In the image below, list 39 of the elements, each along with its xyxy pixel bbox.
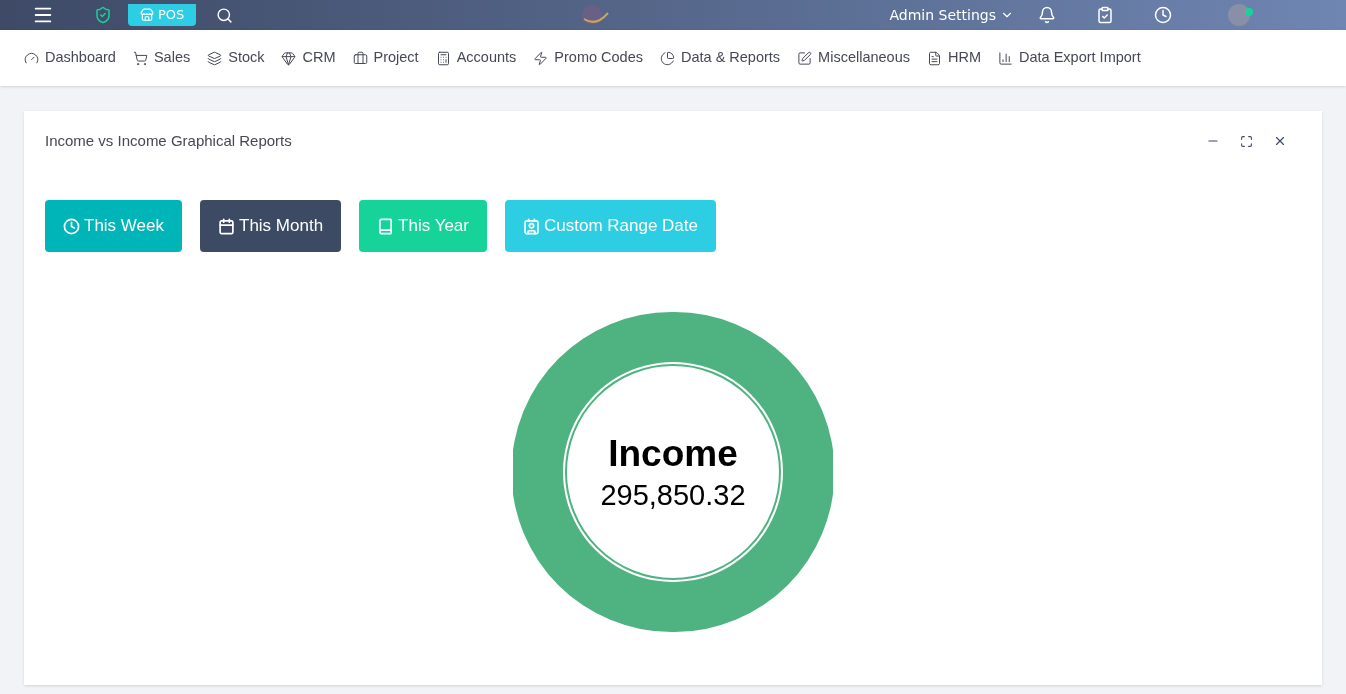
nav-link[interactable]: Stock [207,47,265,69]
shield-icon[interactable] [94,6,112,24]
contact-card-icon [523,217,540,235]
clipboard-icon[interactable] [1096,6,1114,24]
cart-icon [132,50,148,66]
card-title: Income vs Income Graphical Reports [45,130,292,151]
calculator-icon [435,50,451,66]
bar-chart-icon [998,50,1014,66]
calendar-icon [218,217,235,235]
store-icon [140,8,154,22]
clock-icon [63,217,80,235]
nav-link[interactable]: HRM [927,47,982,69]
nav-link[interactable]: Promo Codes [533,47,643,69]
admin-settings-menu[interactable]: Admin Settings [889,4,1014,26]
nav-link[interactable]: Accounts [435,47,517,69]
bell-icon[interactable] [1038,6,1056,24]
diamond-icon [281,50,297,66]
book-icon [377,217,395,235]
clock-icon[interactable] [1154,6,1172,24]
close-icon[interactable] [1273,134,1287,148]
expand-icon[interactable] [1240,134,1253,148]
briefcase-icon [352,50,368,66]
nav-link[interactable]: Data & Reports [659,47,781,69]
period-button[interactable]: This Month [200,200,342,252]
nav-link[interactable]: Sales [132,47,191,69]
nav-link[interactable]: Project [352,47,419,69]
nav-link[interactable]: Dashboard [24,47,116,69]
nav-link[interactable]: Miscellaneous [797,47,910,69]
gauge-icon [24,50,39,66]
donut-center-title: Income [608,431,738,476]
nav-link[interactable]: CRM [281,47,336,69]
search-icon[interactable] [216,6,234,24]
layers-icon [207,50,223,66]
lightning-icon [533,50,549,66]
document-icon [927,50,942,66]
pie-chart-icon [659,50,675,66]
edit-icon [797,50,813,66]
nav-link[interactable]: Data Export Import [998,47,1141,69]
donut-center-value: 295,850.32 [600,478,746,513]
